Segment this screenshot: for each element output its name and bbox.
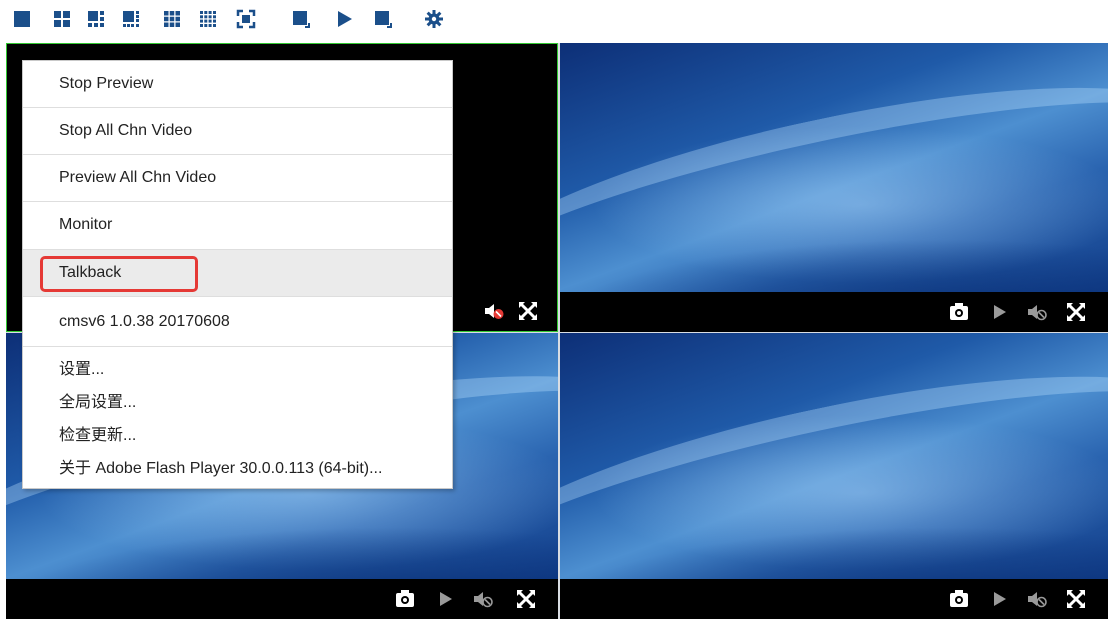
snapshot-icon[interactable] [948, 589, 970, 609]
expand-icon[interactable] [515, 589, 537, 609]
menu-item-check-updates[interactable]: 检查更新... [59, 425, 136, 447]
stop-all-icon[interactable] [373, 9, 393, 29]
video-tile-channel-4[interactable] [560, 333, 1108, 619]
layout-toolbar [0, 0, 1108, 42]
menu-separator [23, 346, 452, 347]
play-all-icon[interactable] [334, 9, 354, 29]
layout-1plus5-icon[interactable] [86, 9, 106, 29]
menu-item-preview-all-chn-video[interactable]: Preview All Chn Video [23, 155, 452, 201]
settings-gear-icon[interactable] [424, 9, 444, 29]
audio-muted-icon[interactable] [472, 589, 494, 609]
play-icon[interactable] [434, 589, 456, 609]
tile-control-bar [560, 292, 1108, 332]
layout-1plus7-icon[interactable] [121, 9, 141, 29]
audio-muted-icon[interactable] [483, 301, 505, 321]
context-menu: Stop Preview Stop All Chn Video Preview … [22, 60, 453, 489]
layout-3x3-icon[interactable] [162, 9, 182, 29]
menu-item-flash-settings[interactable]: 设置... [59, 359, 104, 381]
menu-item-talkback[interactable]: Talkback [23, 250, 452, 296]
layout-2x2-icon[interactable] [52, 9, 72, 29]
video-tile-channel-2[interactable] [560, 43, 1108, 332]
tile-control-bar [560, 579, 1108, 619]
menu-item-stop-all-chn-video[interactable]: Stop All Chn Video [23, 108, 452, 154]
menu-item-monitor[interactable]: Monitor [23, 202, 452, 248]
video-area[interactable] [560, 43, 1108, 292]
fullscreen-icon[interactable] [236, 9, 256, 29]
play-icon[interactable] [988, 302, 1010, 322]
audio-muted-icon[interactable] [1026, 589, 1048, 609]
snapshot-icon[interactable] [948, 302, 970, 322]
menu-item-global-settings[interactable]: 全局设置... [59, 392, 136, 414]
audio-muted-icon[interactable] [1026, 302, 1048, 322]
layout-4x4-icon[interactable] [198, 9, 218, 29]
menu-item-stop-preview[interactable]: Stop Preview [23, 61, 452, 107]
menu-separator [23, 296, 452, 297]
menu-item-about-flash[interactable]: 关于 Adobe Flash Player 30.0.0.113 (64-bit… [59, 458, 382, 480]
layout-1x1-icon[interactable] [12, 9, 32, 29]
expand-icon[interactable] [517, 301, 539, 321]
window-mode-icon[interactable] [291, 9, 311, 29]
tile-control-bar [6, 579, 558, 619]
video-area[interactable] [560, 333, 1108, 579]
menu-item-version[interactable]: cmsv6 1.0.38 20170608 [23, 299, 452, 345]
play-icon[interactable] [988, 589, 1010, 609]
expand-icon[interactable] [1065, 302, 1087, 322]
expand-icon[interactable] [1065, 589, 1087, 609]
snapshot-icon[interactable] [394, 589, 416, 609]
